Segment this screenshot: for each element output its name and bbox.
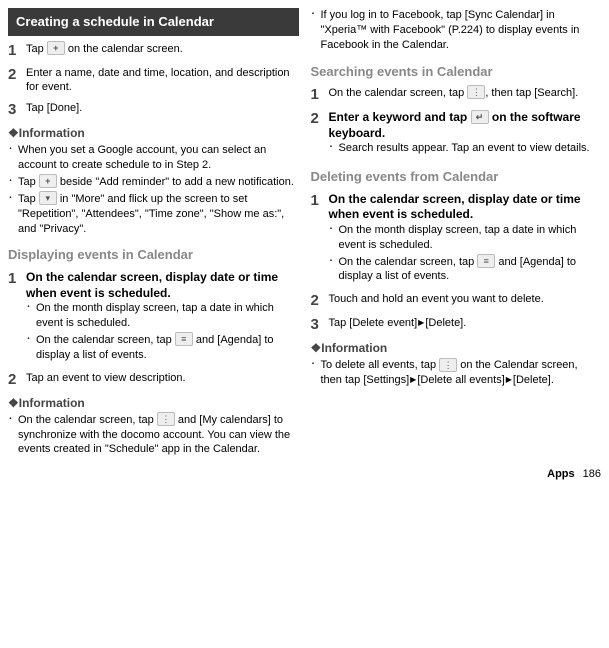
step-create-1: 1 Tap on the calendar screen. [8, 42, 299, 60]
step-text: On the calendar screen, display date or … [26, 270, 299, 301]
page-number: 186 [583, 468, 601, 480]
sub-bullet: ･On the month display screen, tap a date… [329, 223, 602, 253]
arrow-icon [409, 374, 417, 386]
step-text: Tap [Done]. [26, 101, 299, 116]
step-text: Enter a name, date and time, location, a… [26, 66, 299, 96]
step-text: On the calendar screen, tap [329, 87, 468, 99]
step-search-1: 1 On the calendar screen, tap , then tap… [311, 86, 602, 104]
info-bullet: ･To delete all events, tap on the Calend… [311, 358, 602, 388]
info-bullet: ･Tap beside "Add reminder" to add a new … [8, 175, 299, 190]
menu-icon [175, 332, 193, 346]
more-icon [439, 358, 457, 372]
arrow-icon [505, 374, 513, 386]
info-header: ❖Information [8, 395, 299, 411]
step-delete-2: 2 Touch and hold an event you want to de… [311, 292, 602, 310]
step-display-2: 2 Tap an event to view description. [8, 371, 299, 389]
step-text: , then tap [Search]. [485, 87, 578, 99]
section-title-display: Displaying events in Calendar [8, 246, 299, 264]
step-delete-3: 3 Tap [Delete event][Delete]. [311, 316, 602, 334]
sub-bullet: ･On the month display screen, tap a date… [26, 301, 299, 331]
sub-bullet: ･Search results appear. Tap an event to … [329, 141, 602, 156]
sub-bullet: ･On the calendar screen, tap and [Agenda… [26, 333, 299, 363]
menu-icon [477, 254, 495, 268]
step-create-3: 3 Tap [Done]. [8, 101, 299, 119]
more-icon [157, 412, 175, 426]
step-text: on the calendar screen. [65, 43, 183, 55]
page-footer: Apps 186 [8, 467, 601, 482]
info-bullet: ･When you set a Google account, you can … [8, 143, 299, 173]
more-icon [467, 85, 485, 99]
step-search-2: 2 Enter a keyword and tap on the softwar… [311, 110, 602, 158]
right-column: ･If you log in to Facebook, tap [Sync Ca… [311, 8, 602, 459]
footer-section: Apps [547, 468, 575, 480]
info-header: ❖Information [8, 125, 299, 141]
sub-bullet: ･On the calendar screen, tap and [Agenda… [329, 255, 602, 285]
step-display-1: 1 On the calendar screen, display date o… [8, 270, 299, 365]
section-header-create: Creating a schedule in Calendar [8, 8, 299, 36]
arrow-icon [417, 317, 425, 329]
step-text: On the calendar screen, display date or … [329, 192, 602, 223]
step-text: Enter a keyword and tap [329, 110, 471, 124]
left-column: Creating a schedule in Calendar 1 Tap on… [8, 8, 299, 459]
chevron-down-icon [39, 191, 57, 205]
step-text: Touch and hold an event you want to dele… [329, 292, 602, 307]
plus-icon [47, 41, 65, 55]
enter-key-icon [471, 110, 489, 124]
step-text: Tap an event to view description. [26, 371, 299, 386]
info-bullet: ･On the calendar screen, tap and [My cal… [8, 413, 299, 458]
step-text: Tap [26, 43, 47, 55]
plus-icon [39, 174, 57, 188]
top-bullet: ･If you log in to Facebook, tap [Sync Ca… [311, 8, 602, 53]
info-header: ❖Information [311, 340, 602, 356]
step-create-2: 2 Enter a name, date and time, location,… [8, 66, 299, 96]
info-bullet: ･Tap in "More" and flick up the screen t… [8, 192, 299, 237]
section-title-search: Searching events in Calendar [311, 63, 602, 81]
section-title-delete: Deleting events from Calendar [311, 168, 602, 186]
step-delete-1: 1 On the calendar screen, display date o… [311, 192, 602, 287]
